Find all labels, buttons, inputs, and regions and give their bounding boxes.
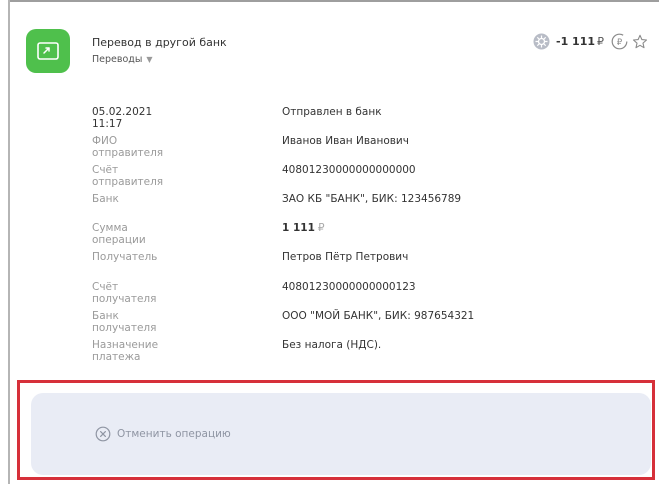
detail-label: Счёт получателя	[92, 280, 157, 305]
detail-value: ООО "МОЙ БАНК", БИК: 987654321	[282, 309, 475, 322]
operation-amount: -1 111 ₽	[556, 35, 604, 48]
window-frame-left	[8, 0, 10, 484]
detail-value: Иванов Иван Иванович	[282, 135, 409, 148]
operation-title: Перевод в другой банк	[92, 36, 227, 49]
cancel-operation-button[interactable]: Отменить операцию	[95, 426, 231, 442]
detail-value: 40801230000000000123	[282, 280, 416, 293]
rouble-cashback-icon[interactable]: ₽	[611, 33, 628, 50]
svg-text:₽: ₽	[617, 38, 623, 48]
detail-value: Петров Пётр Петрович	[282, 251, 409, 264]
category-dropdown[interactable]: Переводы ▼	[92, 54, 153, 65]
sum-value: 1 111	[282, 222, 315, 235]
transfer-arrows-icon	[26, 29, 70, 73]
currency-sign: ₽	[597, 35, 605, 48]
detail-value-amount: 1 111 ₽	[282, 222, 325, 234]
detail-value: Без налога (НДС).	[282, 338, 382, 351]
detail-label: Банк получателя	[92, 309, 157, 334]
detail-label: Банк	[92, 193, 119, 206]
chevron-down-icon: ▼	[146, 55, 153, 64]
operation-status: Отправлен в банк	[282, 106, 382, 118]
detail-label: Сумма операции	[92, 222, 146, 247]
cancel-operation-label: Отменить операцию	[117, 428, 231, 440]
detail-label: ФИО отправителя	[92, 135, 164, 160]
sum-currency: ₽	[317, 222, 325, 235]
amount-value: -1 111	[556, 35, 596, 48]
operation-datetime: 05.02.2021 11:17	[92, 106, 153, 130]
detail-label: Счёт отправителя	[92, 164, 164, 189]
category-label: Переводы	[92, 54, 143, 65]
detail-value: 40801230000000000000	[282, 164, 416, 177]
window-frame-top	[8, 0, 659, 2]
bonus-badge-icon	[533, 33, 550, 50]
detail-value: ЗАО КБ "БАНК", БИК: 123456789	[282, 193, 462, 206]
detail-label: Назначение платежа	[92, 338, 159, 363]
close-circle-icon	[95, 426, 111, 442]
star-icon[interactable]	[632, 34, 648, 50]
header-actions: -1 111 ₽ ₽	[533, 33, 648, 50]
detail-label: Получатель	[92, 251, 158, 264]
